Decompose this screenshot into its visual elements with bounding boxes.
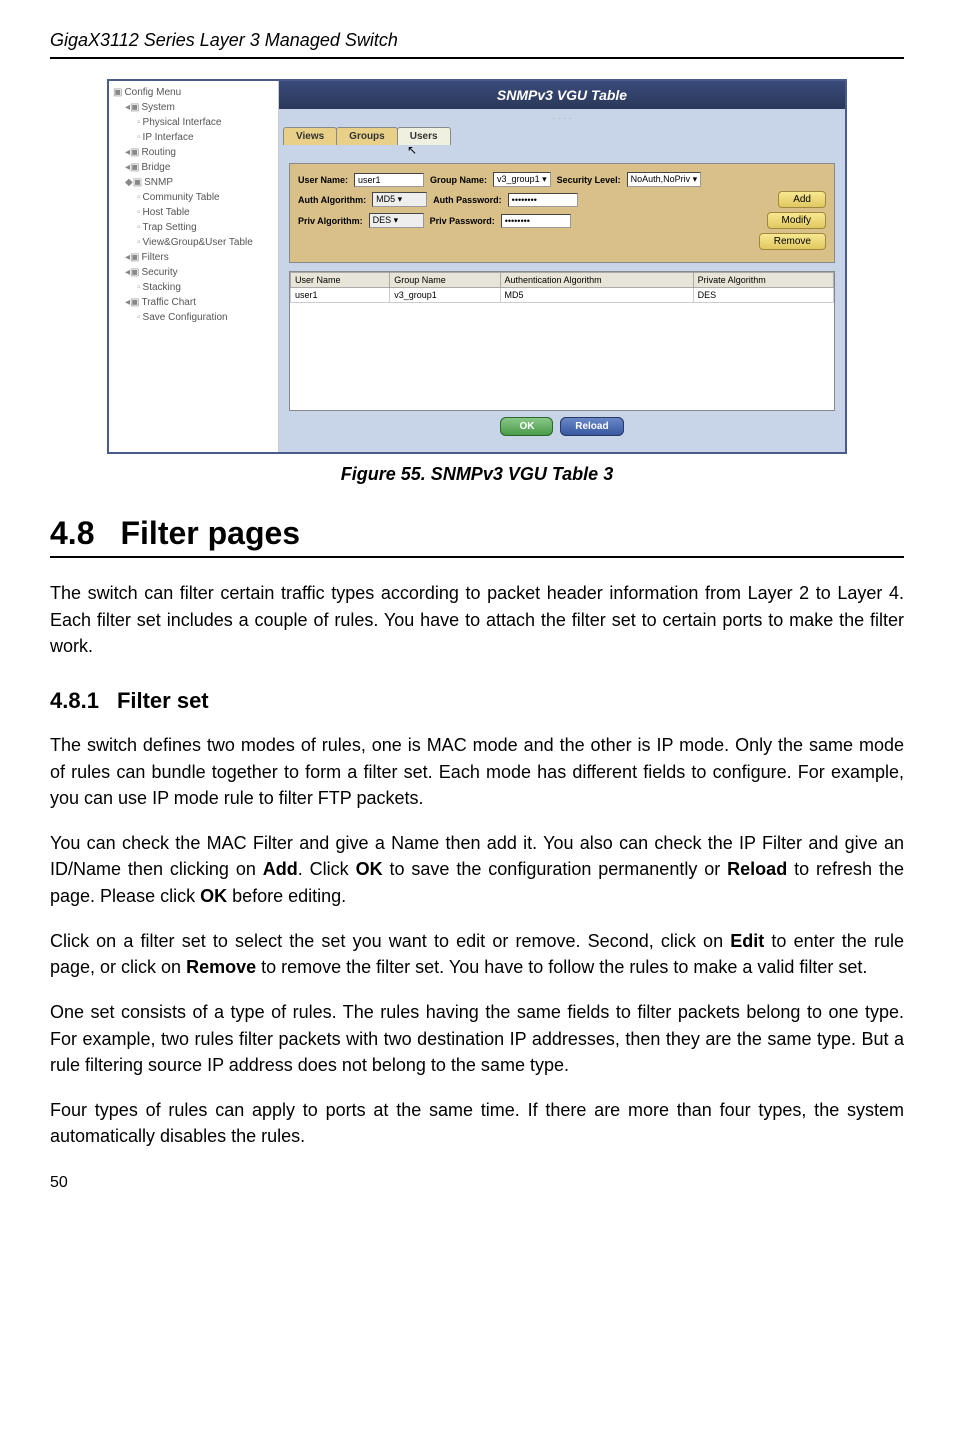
user-name-label: User Name:: [298, 175, 348, 185]
priv-algorithm-label: Priv Algorithm:: [298, 216, 363, 226]
page-number: 50: [50, 1174, 904, 1192]
section-heading: 4.8 Filter pages: [50, 515, 904, 558]
body-paragraph: One set consists of a type of rules. The…: [50, 999, 904, 1079]
tree-routing[interactable]: ◂▣Routing: [113, 145, 274, 160]
tree-ip-interface[interactable]: ▫IP Interface: [113, 130, 274, 145]
tree-trap-setting[interactable]: ▫Trap Setting: [113, 220, 274, 235]
body-paragraph: Four types of rules can apply to ports a…: [50, 1097, 904, 1150]
reload-bold: Reload: [727, 859, 787, 879]
document-header: GigaX3112 Series Layer 3 Managed Switch: [50, 30, 904, 59]
tab-views[interactable]: Views: [283, 127, 337, 145]
folder-icon: ◆▣: [125, 177, 142, 188]
config-tree: ▣Config Menu ◂▣System ▫Physical Interfac…: [109, 81, 279, 452]
users-table-panel: User Name Group Name Authentication Algo…: [289, 271, 835, 411]
file-icon: ▫: [137, 207, 141, 218]
tree-physical-interface[interactable]: ▫Physical Interface: [113, 115, 274, 130]
tree-system[interactable]: ◂▣System: [113, 100, 274, 115]
cursor-icon: ↖: [407, 143, 417, 157]
folder-icon: ◂▣: [125, 102, 139, 113]
user-form-panel: User Name: user1 Group Name: v3_group1 ▾…: [289, 163, 835, 263]
users-table: User Name Group Name Authentication Algo…: [290, 272, 834, 303]
ok-bold: OK: [356, 859, 383, 879]
cell-priv-alg: DES: [693, 288, 833, 303]
reload-button[interactable]: Reload: [560, 417, 623, 436]
cell-group-name: v3_group1: [390, 288, 500, 303]
priv-algorithm-select[interactable]: DES ▾: [369, 213, 424, 228]
priv-password-label: Priv Password:: [430, 216, 495, 226]
folder-icon: ◂▣: [125, 162, 139, 173]
breadcrumb-dots: · · · ·: [279, 109, 845, 127]
figure-caption: Figure 55. SNMPv3 VGU Table 3: [50, 464, 904, 485]
th-auth-alg[interactable]: Authentication Algorithm: [500, 273, 693, 288]
file-icon: ▫: [137, 117, 141, 128]
body-paragraph: The switch defines two modes of rules, o…: [50, 732, 904, 812]
th-user-name[interactable]: User Name: [291, 273, 390, 288]
tree-community-table[interactable]: ▫Community Table: [113, 190, 274, 205]
table-row[interactable]: user1 v3_group1 MD5 DES: [291, 288, 834, 303]
panel-title: SNMPv3 VGU Table: [279, 81, 845, 109]
subsection-heading: 4.8.1 Filter set: [50, 688, 904, 714]
remove-bold: Remove: [186, 957, 256, 977]
intro-paragraph: The switch can filter certain traffic ty…: [50, 580, 904, 660]
remove-button[interactable]: Remove: [759, 233, 826, 250]
auth-password-label: Auth Password:: [433, 195, 502, 205]
tab-users[interactable]: Users: [397, 127, 451, 145]
folder-icon: ◂▣: [125, 147, 139, 158]
security-level-select[interactable]: NoAuth,NoPriv ▾: [627, 172, 702, 187]
group-name-label: Group Name:: [430, 175, 487, 185]
embedded-app-screenshot: ▣Config Menu ◂▣System ▫Physical Interfac…: [107, 79, 847, 454]
file-icon: ▫: [137, 282, 141, 293]
add-button[interactable]: Add: [778, 191, 826, 208]
security-level-label: Security Level:: [557, 175, 621, 185]
file-icon: ▫: [137, 132, 141, 143]
auth-algorithm-select[interactable]: MD5 ▾: [372, 192, 427, 207]
group-name-select[interactable]: v3_group1 ▾: [493, 172, 551, 187]
file-icon: ▫: [137, 312, 141, 323]
tree-snmp[interactable]: ◆▣SNMP: [113, 175, 274, 190]
body-paragraph: You can check the MAC Filter and give a …: [50, 830, 904, 910]
auth-algorithm-label: Auth Algorithm:: [298, 195, 366, 205]
add-bold: Add: [263, 859, 298, 879]
tree-traffic-chart[interactable]: ◂▣Traffic Chart: [113, 295, 274, 310]
subsection-number: 4.8.1: [50, 688, 99, 714]
tree-filters[interactable]: ◂▣Filters: [113, 250, 274, 265]
main-panel: SNMPv3 VGU Table · · · · Views Groups Us…: [279, 81, 845, 452]
th-group-name[interactable]: Group Name: [390, 273, 500, 288]
folder-icon: ◂▣: [125, 252, 139, 263]
tab-groups[interactable]: Groups: [336, 127, 398, 145]
action-buttons: OK Reload: [289, 411, 835, 442]
file-icon: ▫: [137, 192, 141, 203]
ok-bold-2: OK: [200, 886, 227, 906]
tree-bridge[interactable]: ◂▣Bridge: [113, 160, 274, 175]
file-icon: ▫: [137, 237, 141, 248]
cell-auth-alg: MD5: [500, 288, 693, 303]
priv-password-input[interactable]: ••••••••: [501, 214, 571, 228]
th-priv-alg[interactable]: Private Algorithm: [693, 273, 833, 288]
tree-root[interactable]: ▣Config Menu: [113, 85, 274, 100]
tree-security[interactable]: ◂▣Security: [113, 265, 274, 280]
tree-stacking[interactable]: ▫Stacking: [113, 280, 274, 295]
user-name-input[interactable]: user1: [354, 173, 424, 187]
section-title-text: Filter pages: [120, 515, 300, 551]
body-paragraph: Click on a filter set to select the set …: [50, 928, 904, 981]
tree-vgu-table[interactable]: ▫View&Group&User Table: [113, 235, 274, 250]
ok-button[interactable]: OK: [500, 417, 553, 436]
folder-icon: ◂▣: [125, 267, 139, 278]
file-icon: ▫: [137, 222, 141, 233]
edit-bold: Edit: [730, 931, 764, 951]
section-number: 4.8: [50, 515, 94, 552]
cell-user-name: user1: [291, 288, 390, 303]
tab-bar: Views Groups Users: [283, 127, 845, 145]
auth-password-input[interactable]: ••••••••: [508, 193, 578, 207]
modify-button[interactable]: Modify: [767, 212, 826, 229]
tree-host-table[interactable]: ▫Host Table: [113, 205, 274, 220]
tree-save-config[interactable]: ▫Save Configuration: [113, 310, 274, 325]
folder-icon: ◂▣: [125, 297, 139, 308]
subsection-title-text: Filter set: [117, 688, 209, 713]
folder-icon: ▣: [113, 87, 122, 98]
